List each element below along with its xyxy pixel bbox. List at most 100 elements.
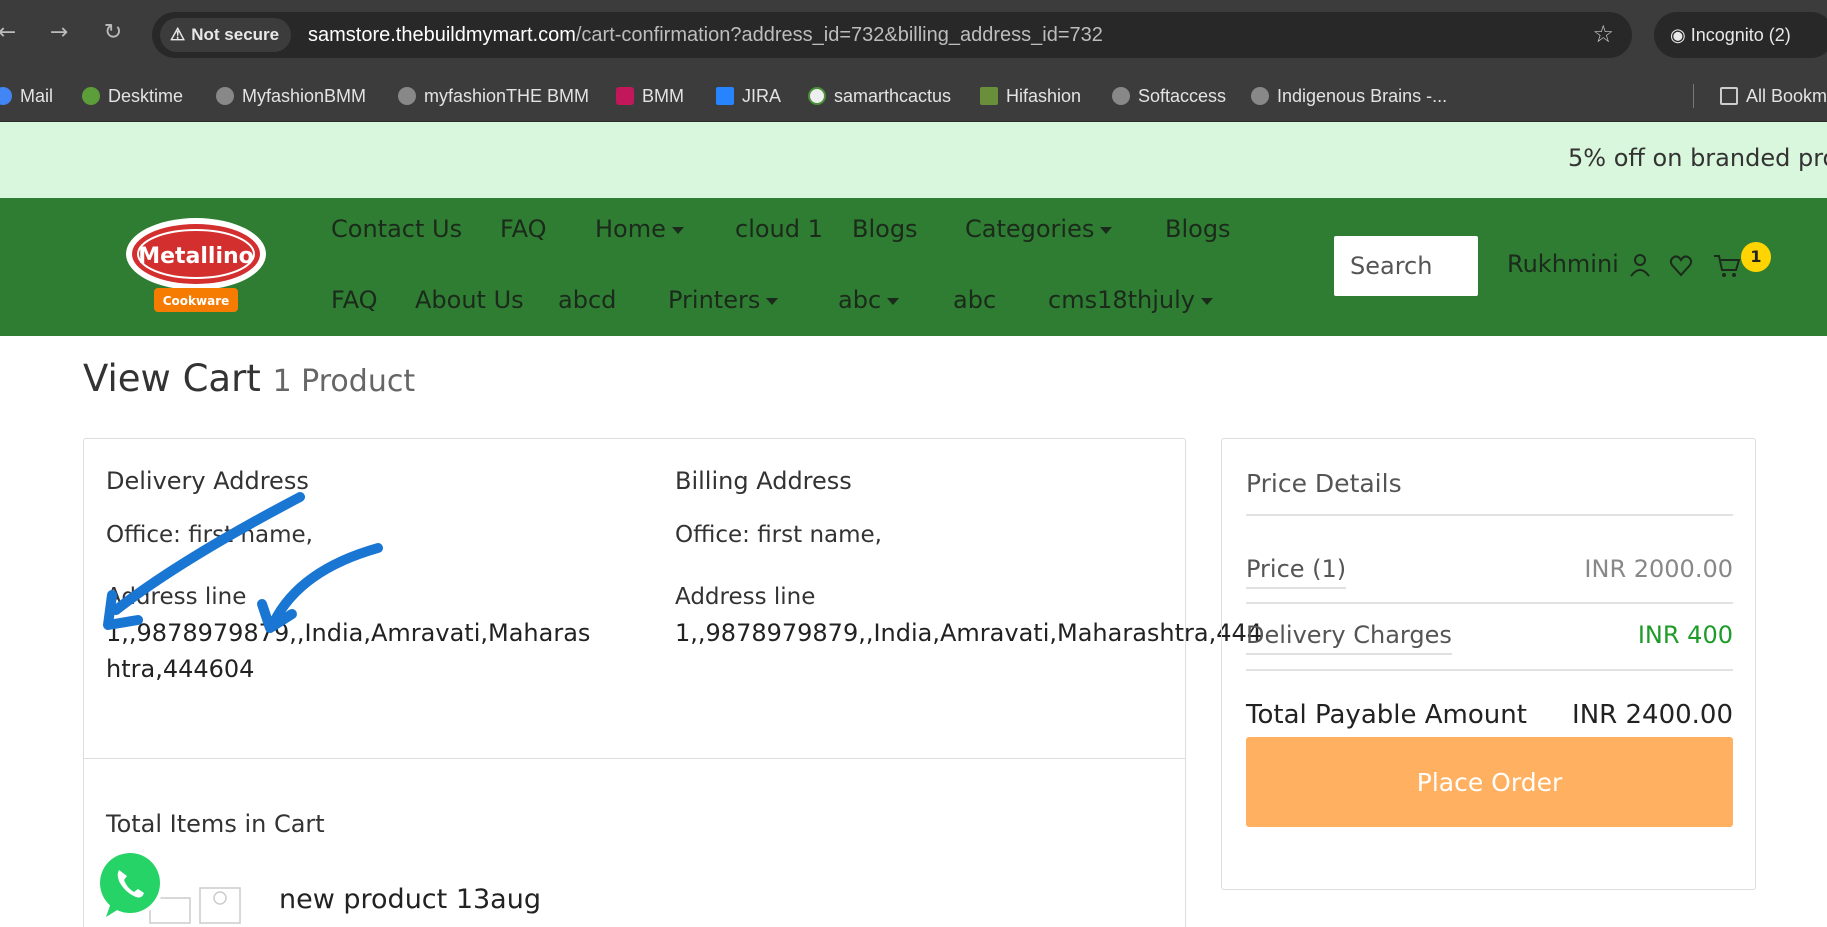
bookmark-label: myfashionTHE BMM (424, 86, 590, 106)
bookmark-bmm[interactable]: BMM (616, 70, 684, 122)
place-order-button[interactable]: Place Order (1246, 737, 1733, 827)
product-count: 1 Product (272, 364, 416, 399)
bookmark-label: Indigenous Brains -... (1277, 86, 1448, 106)
delivery-charges-label: Delivery Charges (1246, 621, 1452, 655)
security-label: Not secure (191, 25, 280, 44)
nav-cms-label: cms18thjuly (1048, 286, 1195, 314)
delivery-charges-value: INR 400 (1637, 621, 1733, 649)
promo-banner: 5% off on branded pro (0, 122, 1827, 198)
billing-heading: Billing Address (675, 467, 852, 495)
bookmarks-bar: Mail Desktime MyfashionBMM myfashionTHE … (0, 70, 1827, 122)
browser-toolbar: ← → ↻ ⚠ Not secure samstore.thebuildmyma… (0, 0, 1827, 70)
user-icon[interactable] (1627, 250, 1653, 280)
url-path: /cart-confirmation?address_id=732&billin… (575, 24, 1103, 46)
nav-about-us[interactable]: About Us (415, 286, 524, 314)
bookmark-star-icon[interactable]: ☆ (1592, 20, 1614, 48)
back-icon[interactable]: ← (0, 18, 22, 48)
bookmarks-divider (1693, 84, 1694, 108)
price-label: Price (1) (1246, 555, 1347, 589)
nav-home[interactable]: Home (595, 215, 684, 243)
nav-cms18thjuly[interactable]: cms18thjuly (1048, 286, 1213, 314)
user-name[interactable]: Rukhmini (1507, 250, 1619, 278)
nav-categories[interactable]: Categories (965, 215, 1113, 243)
bookmark-label: samarthcactus (834, 86, 952, 106)
bookmark-myfashionthebmm[interactable]: myfashionTHE BMM (398, 70, 589, 122)
nav-contact-us[interactable]: Contact Us (331, 215, 462, 243)
bookmark-softaccess[interactable]: Softaccess (1112, 70, 1226, 122)
cart-count-badge: 1 (1741, 242, 1771, 272)
bookmark-label: JIRA (742, 86, 782, 106)
folder-icon (1720, 87, 1738, 105)
billing-address-label: Address line (675, 584, 816, 610)
items-title: Total Items in Cart (106, 810, 325, 838)
desktime-icon (82, 87, 100, 105)
panel-divider (84, 758, 1185, 759)
nav-blogs[interactable]: Blogs (852, 215, 918, 243)
nav-faq[interactable]: FAQ (500, 215, 547, 243)
bookmark-myfashionbmm[interactable]: MyfashionBMM (216, 70, 366, 122)
price-details-title: Price Details (1246, 469, 1402, 498)
url-text[interactable]: samstore.thebuildmymart.com/cart-confirm… (308, 12, 1103, 58)
bookmark-indigenous[interactable]: Indigenous Brains -... (1251, 70, 1447, 122)
nav-faq-2[interactable]: FAQ (331, 286, 378, 314)
nav-abc-2[interactable]: abc (953, 286, 996, 314)
nav-abc-label: abc (838, 286, 882, 314)
delivery-heading: Delivery Address (106, 467, 309, 495)
bookmark-jira[interactable]: JIRA (716, 70, 781, 122)
security-chip[interactable]: ⚠ Not secure (160, 18, 292, 52)
bookmark-samarthcactus[interactable]: samarthcactus (808, 70, 951, 122)
caret-down-icon (1100, 226, 1113, 234)
product-name[interactable]: new product 13aug (279, 884, 541, 915)
total-value: INR 2400.00 (1572, 700, 1733, 730)
nav-printers[interactable]: Printers (668, 286, 779, 314)
site-header: Metallino Cookware Contact Us FAQ Home c… (0, 198, 1827, 336)
price-divider (1246, 514, 1733, 516)
total-label: Total Payable Amount (1246, 700, 1527, 730)
cactus-icon (808, 87, 826, 105)
nav-abcd[interactable]: abcd (558, 286, 616, 314)
globe-icon (1251, 87, 1269, 105)
hifashion-icon (980, 87, 998, 105)
reload-icon[interactable]: ↻ (98, 18, 128, 48)
nav-printers-label: Printers (668, 286, 761, 314)
bookmark-desktime[interactable]: Desktime (82, 70, 183, 122)
search-input[interactable] (1334, 236, 1478, 296)
bookmark-mail[interactable]: Mail (0, 70, 53, 122)
whatsapp-icon[interactable] (90, 845, 170, 925)
forward-icon[interactable]: → (44, 18, 74, 48)
delivery-address-value: 1,,9878979879,,India,Amravati,Maharashtr… (106, 619, 591, 683)
metallino-logo[interactable]: Metallino Cookware (124, 216, 268, 316)
globe-icon (1112, 87, 1130, 105)
billing-address-value: 1,,9878979879,,India,Amravati,Maharashtr… (675, 619, 1263, 647)
billing-office: Office: first name, (675, 522, 882, 548)
bookmark-label: MyfashionBMM (242, 86, 367, 106)
page-title-text: View Cart (83, 357, 261, 400)
promo-text: 5% off on branded pro (1568, 144, 1827, 172)
price-value: INR 2000.00 (1584, 555, 1733, 583)
price-divider (1246, 669, 1733, 671)
bookmark-hifashion[interactable]: Hifashion (980, 70, 1081, 122)
caret-down-icon (1201, 297, 1213, 305)
google-icon (0, 87, 12, 105)
caret-down-icon (887, 297, 900, 305)
caret-down-icon (671, 226, 684, 234)
bmm-icon (616, 87, 634, 105)
bookmark-label: Desktime (108, 86, 184, 106)
bookmark-label: BMM (642, 86, 684, 106)
incognito-indicator[interactable]: ◉ Incognito (2) (1654, 12, 1827, 58)
bookmark-label: All Bookm (1746, 86, 1827, 106)
bookmark-all[interactable]: All Bookm (1720, 70, 1827, 122)
heart-icon[interactable] (1668, 250, 1694, 280)
incognito-label: Incognito (2) (1690, 25, 1791, 45)
caret-down-icon (766, 297, 779, 305)
address-bar[interactable]: ⚠ Not secure samstore.thebuildmymart.com… (152, 12, 1632, 58)
delivery-address-label: Address line (106, 584, 247, 610)
nav-blogs-2[interactable]: Blogs (1165, 215, 1231, 243)
globe-icon (216, 87, 234, 105)
cart-icon[interactable] (1712, 250, 1742, 280)
url-host: samstore.thebuildmymart.com (308, 24, 576, 46)
bookmark-label: Mail (20, 86, 54, 106)
price-divider (1246, 602, 1733, 604)
nav-abc[interactable]: abc (838, 286, 900, 314)
nav-cloud1[interactable]: cloud 1 (735, 215, 823, 243)
